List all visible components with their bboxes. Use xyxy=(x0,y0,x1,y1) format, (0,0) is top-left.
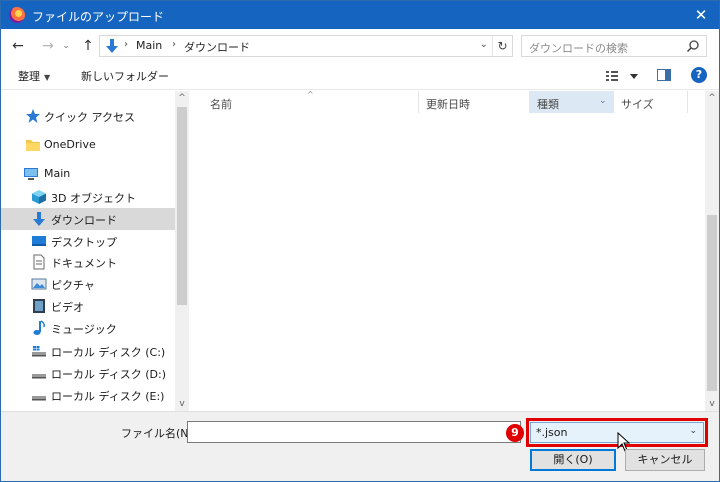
nav-item-label: ローカル ディスク (D:) xyxy=(51,368,166,381)
nav-item-pictures[interactable]: ピクチャ xyxy=(1,273,175,295)
nav-item-quick-access[interactable]: クイック アクセス xyxy=(1,105,175,127)
column-type[interactable]: 種類 xyxy=(537,91,559,113)
nav-item-label: OneDrive xyxy=(44,138,96,151)
filename-label: ファイル名(N): xyxy=(121,427,197,440)
computer-icon xyxy=(24,168,38,180)
scroll-down-icon[interactable]: v xyxy=(175,399,189,409)
scroll-down-icon[interactable]: v xyxy=(705,399,719,409)
address-row: ← → ⌄ ↑ › Main › ダウンロード ⌄ ↻ ダウンロードの検索 xyxy=(1,30,719,62)
navigation-pane: クイック アクセス OneDrive Main 3D オブジェクト ダウンロード… xyxy=(1,91,189,411)
sort-ascending-icon: ^ xyxy=(307,90,314,99)
nav-item-label: デスクトップ xyxy=(51,236,117,249)
column-date-modified[interactable]: 更新日時 xyxy=(426,91,470,113)
address-dropdown-button[interactable]: ⌄ xyxy=(480,39,488,50)
nav-item-label: クイック アクセス xyxy=(44,111,135,124)
firefox-icon xyxy=(9,7,25,23)
disk-icon xyxy=(32,346,46,357)
music-icon xyxy=(33,320,45,335)
breadcrumb-separator: › xyxy=(124,39,128,50)
nav-item-label: ダウンロード xyxy=(51,214,117,227)
scrollbar-thumb[interactable] xyxy=(707,215,717,391)
organize-menu[interactable]: 整理 ▼ xyxy=(18,68,50,84)
search-box[interactable]: ダウンロードの検索 xyxy=(521,35,707,57)
new-folder-button[interactable]: 新しいフォルダー xyxy=(81,68,169,84)
breadcrumb-main[interactable]: Main xyxy=(136,39,162,52)
nav-item-label: ビデオ xyxy=(51,301,84,314)
disk-icon xyxy=(32,396,46,401)
breadcrumb-downloads[interactable]: ダウンロード xyxy=(184,39,250,55)
refresh-button[interactable]: ↻ xyxy=(492,36,512,56)
nav-item-label: ローカル ディスク (C:) xyxy=(51,346,166,359)
up-button[interactable]: ↑ xyxy=(79,36,97,56)
chevron-down-icon: ▼ xyxy=(44,73,51,82)
close-button[interactable]: ✕ xyxy=(683,1,719,29)
picture-icon xyxy=(31,278,47,290)
nav-item-disk-d[interactable]: ローカル ディスク (D:) xyxy=(1,362,175,384)
scroll-up-icon[interactable]: ^ xyxy=(705,93,719,103)
search-placeholder: ダウンロードの検索 xyxy=(529,42,628,55)
nav-item-3d-objects[interactable]: 3D オブジェクト xyxy=(1,186,175,208)
column-divider[interactable] xyxy=(687,91,688,113)
back-button[interactable]: ← xyxy=(9,36,27,56)
column-divider[interactable] xyxy=(529,91,530,113)
nav-item-disk-e[interactable]: ローカル ディスク (E:) xyxy=(1,384,175,406)
address-bar[interactable]: › Main › ダウンロード ⌄ ↻ xyxy=(99,35,513,57)
nav-item-label: ミュージック xyxy=(51,323,117,336)
column-size[interactable]: サイズ xyxy=(621,91,654,113)
nav-item-downloads[interactable]: ダウンロード xyxy=(1,208,175,230)
breadcrumb-separator: › xyxy=(172,39,176,50)
forward-button[interactable]: → xyxy=(39,36,57,56)
cancel-button[interactable]: キャンセル xyxy=(625,449,705,471)
scroll-up-icon[interactable]: ^ xyxy=(175,93,189,103)
scrollbar-thumb[interactable] xyxy=(177,107,187,305)
file-upload-dialog: ファイルのアップロード ✕ ← → ⌄ ↑ › Main › ダウンロード ⌄ … xyxy=(0,0,720,482)
column-headers: ^ 名前 更新日時 種類 ⌄ サイズ xyxy=(189,90,705,113)
open-button[interactable]: 開く(O) xyxy=(530,449,616,471)
nav-item-desktop[interactable]: デスクトップ xyxy=(1,230,175,252)
dialog-footer: ファイル名(N): 9 *.json ⌄ 開く(O) キャンセル xyxy=(1,411,719,481)
title-bar: ファイルのアップロード ✕ xyxy=(1,1,719,29)
cube-icon xyxy=(32,190,46,204)
document-icon xyxy=(33,254,45,270)
nav-item-onedrive[interactable]: OneDrive xyxy=(1,134,175,156)
step-badge: 9 xyxy=(506,424,524,442)
organize-label: 整理 xyxy=(18,70,40,83)
preview-pane-icon[interactable] xyxy=(657,69,671,81)
chevron-down-icon[interactable]: ⌄ xyxy=(599,96,607,106)
nav-item-label: Main xyxy=(44,167,71,180)
column-name[interactable]: 名前 xyxy=(210,91,232,113)
column-divider[interactable] xyxy=(418,91,419,113)
disk-icon xyxy=(32,374,46,379)
video-icon xyxy=(33,299,45,313)
download-icon xyxy=(33,212,45,226)
command-bar: 整理 ▼ 新しいフォルダー ? xyxy=(1,62,719,90)
desktop-icon xyxy=(32,236,46,246)
file-list-scrollbar[interactable]: ^ v xyxy=(705,91,719,411)
nav-item-label: ピクチャ xyxy=(51,279,95,292)
nav-item-documents[interactable]: ドキュメント xyxy=(1,251,175,273)
column-divider[interactable] xyxy=(613,91,614,113)
file-list[interactable]: ^ 名前 更新日時 種類 ⌄ サイズ ^ v xyxy=(189,90,719,411)
nav-item-label: ローカル ディスク (E:) xyxy=(51,390,165,403)
download-icon xyxy=(106,39,118,53)
nav-item-label: ドキュメント xyxy=(51,257,117,270)
filename-input[interactable] xyxy=(187,421,521,443)
nav-item-main[interactable]: Main xyxy=(1,163,175,185)
nav-item-music[interactable]: ミュージック xyxy=(1,317,175,339)
nav-item-disk-c[interactable]: ローカル ディスク (C:) xyxy=(1,340,175,362)
folder-icon xyxy=(26,140,40,151)
navigation-scrollbar[interactable]: ^ v xyxy=(175,91,189,411)
window-title: ファイルのアップロード xyxy=(32,10,165,24)
help-icon[interactable]: ? xyxy=(691,67,707,83)
recent-locations-button[interactable]: ⌄ xyxy=(59,36,73,56)
search-icon xyxy=(686,40,699,53)
star-icon xyxy=(26,109,40,123)
nav-item-label: 3D オブジェクト xyxy=(51,192,136,205)
nav-item-videos[interactable]: ビデオ xyxy=(1,295,175,317)
view-options-icon[interactable] xyxy=(605,68,641,84)
